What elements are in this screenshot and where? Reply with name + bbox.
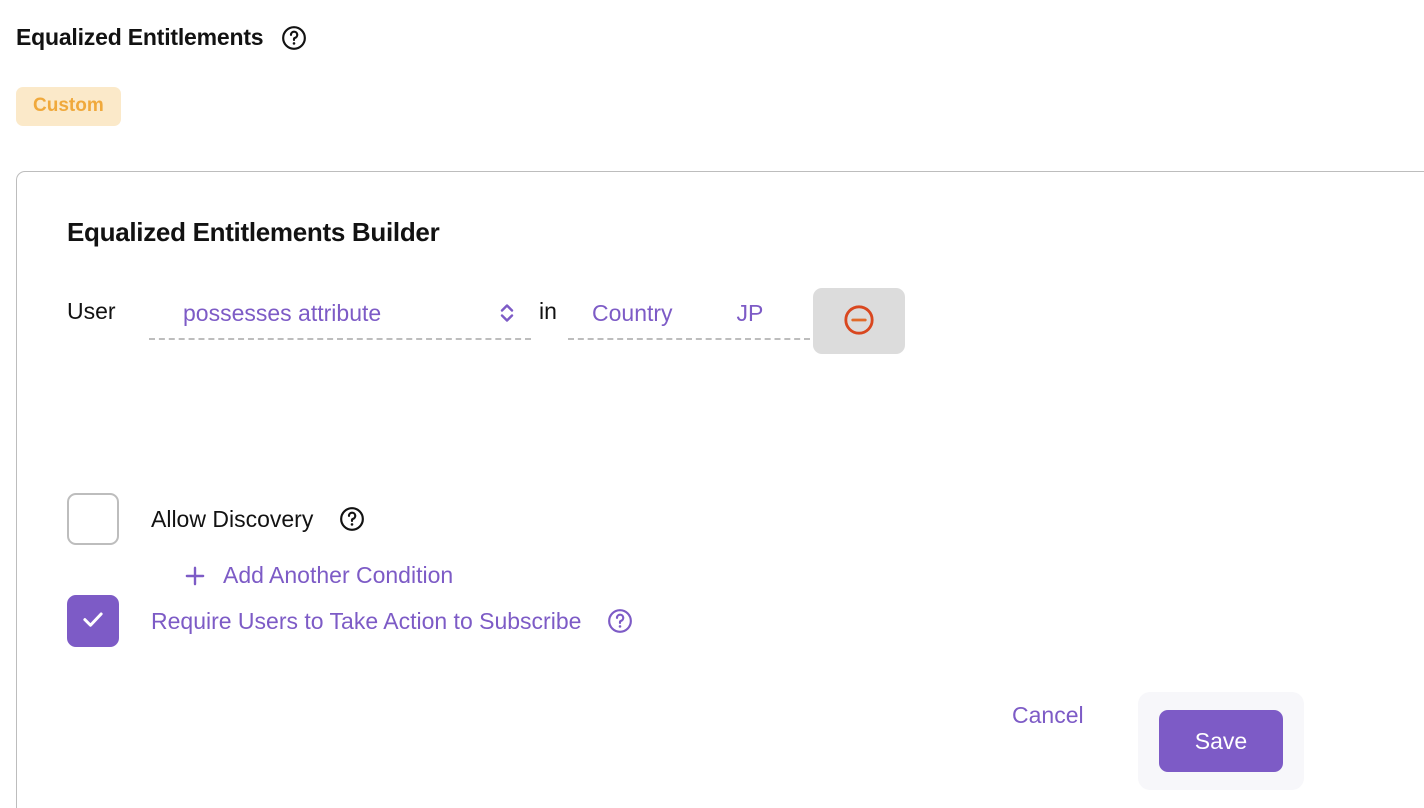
condition-attribute: Country [592,299,673,326]
condition-attribute-value-field[interactable]: Country JP [568,288,810,340]
allow-discovery-label: Allow Discovery [151,505,314,532]
page-title: Equalized Entitlements [16,24,264,50]
condition-subject-label: User [67,298,116,324]
require-action-checkbox[interactable] [67,595,119,647]
condition-row: User possesses attribute in Country JP [67,288,905,354]
entitlements-builder-card: Equalized Entitlements Builder User poss… [16,171,1424,808]
minus-circle-icon [842,303,876,340]
checkmark-icon [78,604,108,639]
help-circle-icon[interactable] [339,506,365,532]
option-row-require-action: Require Users to Take Action to Subscrib… [67,595,633,647]
condition-operator-select[interactable]: possesses attribute [149,288,531,340]
chevron-up-down-icon [497,297,517,329]
status-badge: Custom [16,87,121,126]
cancel-button[interactable]: Cancel [996,692,1100,739]
page-header: Equalized Entitlements [16,24,307,51]
remove-condition-button[interactable] [813,288,905,354]
save-button-container: Save [1138,692,1304,790]
equalized-entitlements-page: Equalized Entitlements Custom Equalized … [0,0,1424,808]
option-row-allow-discovery: Allow Discovery [67,493,365,545]
add-another-condition-button[interactable]: Add Another Condition [182,562,453,589]
allow-discovery-checkbox[interactable] [67,493,119,545]
builder-title: Equalized Entitlements Builder [67,217,440,247]
plus-icon [182,563,208,589]
help-circle-icon[interactable] [607,608,633,634]
condition-value: JP [736,299,764,326]
condition-joiner-label: in [539,298,557,324]
help-circle-icon[interactable] [281,25,307,51]
condition-operator-value: possesses attribute [183,299,382,326]
save-button[interactable]: Save [1159,710,1283,772]
add-another-condition-label: Add Another Condition [223,562,454,588]
require-action-label: Require Users to Take Action to Subscrib… [151,607,582,634]
